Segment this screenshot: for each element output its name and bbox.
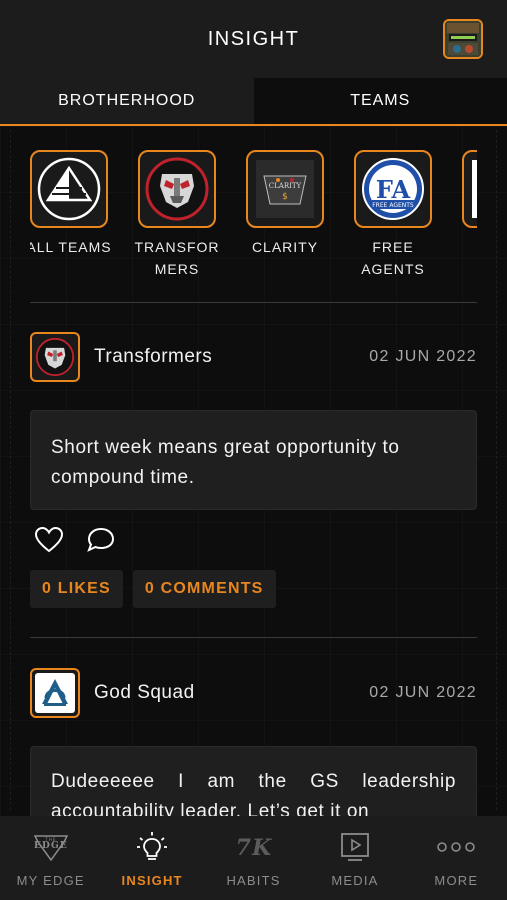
post-team-name[interactable]: Transformers — [94, 346, 212, 368]
user-avatar[interactable] — [443, 19, 483, 59]
svg-text:THE: THE — [44, 837, 57, 842]
play-icon — [339, 829, 371, 865]
nav-media[interactable]: MEDIA — [304, 816, 405, 900]
svg-text:FREE AGENTS: FREE AGENTS — [372, 202, 414, 209]
nav-habits[interactable]: 7K HABITS — [203, 816, 304, 900]
segment-tabs: BROTHERHOOD TEAMS — [0, 78, 507, 126]
nav-label: HABITS — [226, 872, 281, 888]
free-agents-icon: FA FREE AGENTS — [354, 150, 432, 228]
god-squad-icon — [462, 150, 477, 228]
post-stats: 0 LIKES 0 COMMENTS — [30, 570, 276, 608]
nav-label: MEDIA — [331, 872, 379, 888]
comments-count-button[interactable]: 0 COMMENTS — [132, 570, 276, 608]
left-hud-ticks — [10, 130, 18, 810]
clarity-icon: CLARITY $ — [246, 150, 324, 228]
heart-icon[interactable] — [34, 526, 64, 559]
team-label: CLARITY — [251, 239, 319, 255]
nav-more[interactable]: MORE — [406, 816, 507, 900]
svg-text:CLARITY: CLARITY — [269, 182, 302, 190]
post-date: 02 JUN 2022 — [369, 348, 477, 365]
team-label: FREE AGENTS — [361, 239, 425, 277]
divider — [30, 637, 477, 638]
nav-label: MORE — [434, 872, 479, 888]
team-item-free-agents[interactable]: FA FREE AGENTS FREE AGENTS — [354, 150, 432, 290]
post-body: Short week means great opportunity to co… — [30, 410, 477, 510]
app-header: INSIGHT — [0, 0, 507, 78]
svg-text:$: $ — [282, 192, 288, 202]
teams-carousel: ALL TEAMS TRANSFOR MERS CLARITY $ CLARIT… — [30, 150, 477, 290]
tab-brotherhood[interactable]: BROTHERHOOD — [0, 78, 254, 124]
svg-text:7K: 7K — [235, 835, 272, 861]
nav-label: INSIGHT — [121, 872, 183, 888]
team-item-transformers[interactable]: TRANSFOR MERS — [135, 150, 219, 290]
god-squad-icon[interactable] — [30, 668, 80, 718]
nav-insight[interactable]: INSIGHT — [101, 816, 202, 900]
team-item-clarity[interactable]: CLARITY $ CLARITY — [246, 150, 324, 290]
right-hud-ticks — [489, 130, 497, 810]
comment-icon[interactable] — [86, 526, 116, 559]
nav-label: MY EDGE — [16, 872, 85, 888]
team-label: ALL TEAMS — [30, 239, 112, 255]
svg-text:FA: FA — [376, 175, 411, 204]
post-date: 02 JUN 2022 — [369, 684, 477, 701]
more-icon — [435, 829, 477, 865]
edge-icon: EDGE THE — [31, 829, 71, 865]
pyramid-icon — [30, 150, 108, 228]
svg-text:EDGE: EDGE — [34, 841, 68, 851]
tab-teams[interactable]: TEAMS — [253, 78, 507, 124]
team-item-all-teams[interactable]: ALL TEAMS — [30, 150, 111, 290]
lightbulb-icon — [135, 829, 169, 865]
likes-count-button[interactable]: 0 LIKES — [30, 570, 123, 608]
divider — [30, 302, 477, 303]
bottom-navigation: EDGE THE MY EDGE INSIGHT 7K HABITS MEDIA… — [0, 816, 507, 900]
nav-my-edge[interactable]: EDGE THE MY EDGE — [0, 816, 101, 900]
post-actions — [34, 526, 116, 559]
page-title: INSIGHT — [207, 27, 300, 50]
avatar-image-icon — [445, 21, 481, 57]
post-header: Transformers 02 JUN 2022 — [30, 332, 477, 382]
post-team-name[interactable]: God Squad — [94, 682, 195, 704]
7k-icon: 7K — [234, 829, 274, 865]
transformers-icon — [138, 150, 216, 228]
post-header: God Squad 02 JUN 2022 — [30, 668, 477, 718]
team-label: TRANSFOR MERS — [134, 239, 220, 277]
transformers-icon[interactable] — [30, 332, 80, 382]
team-item-god-squad[interactable]: GO — [462, 150, 477, 290]
team-label: GO — [446, 236, 477, 258]
